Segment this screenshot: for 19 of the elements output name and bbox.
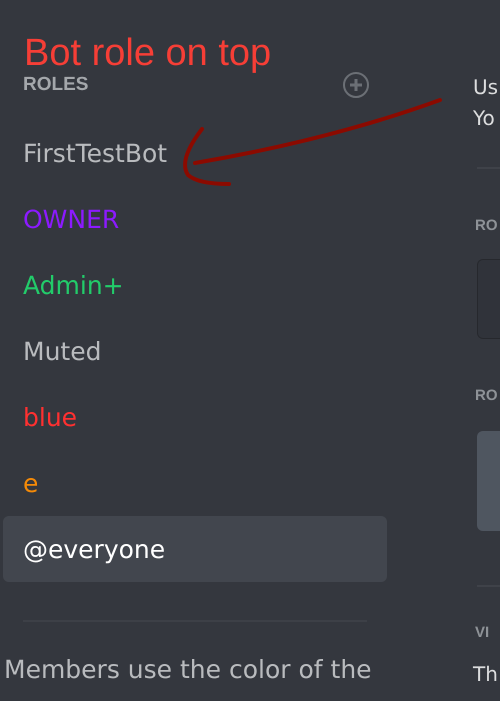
section-header: VI bbox=[475, 623, 490, 643]
roles-header: ROLES bbox=[23, 74, 88, 96]
color-swatch[interactable] bbox=[477, 431, 500, 531]
body-text: Th bbox=[473, 661, 499, 688]
roles-description: Members use the color of the bbox=[3, 654, 373, 686]
intro-text: Us bbox=[473, 74, 500, 101]
add-icon[interactable] bbox=[342, 71, 370, 99]
role-item[interactable]: @everyone bbox=[3, 516, 387, 582]
annotation-text: Bot role on top bbox=[24, 32, 272, 75]
role-name: e bbox=[23, 468, 38, 498]
intro-text: Yo bbox=[473, 105, 496, 132]
role-name: FirstTestBot bbox=[23, 138, 168, 168]
role-name: OWNER bbox=[23, 204, 120, 234]
section-header: RO bbox=[475, 216, 498, 236]
section-header: RO bbox=[475, 386, 498, 406]
role-name: @everyone bbox=[23, 534, 166, 564]
role-name: Muted bbox=[23, 336, 102, 366]
role-name: Admin+ bbox=[23, 270, 124, 300]
role-name: blue bbox=[23, 402, 78, 432]
